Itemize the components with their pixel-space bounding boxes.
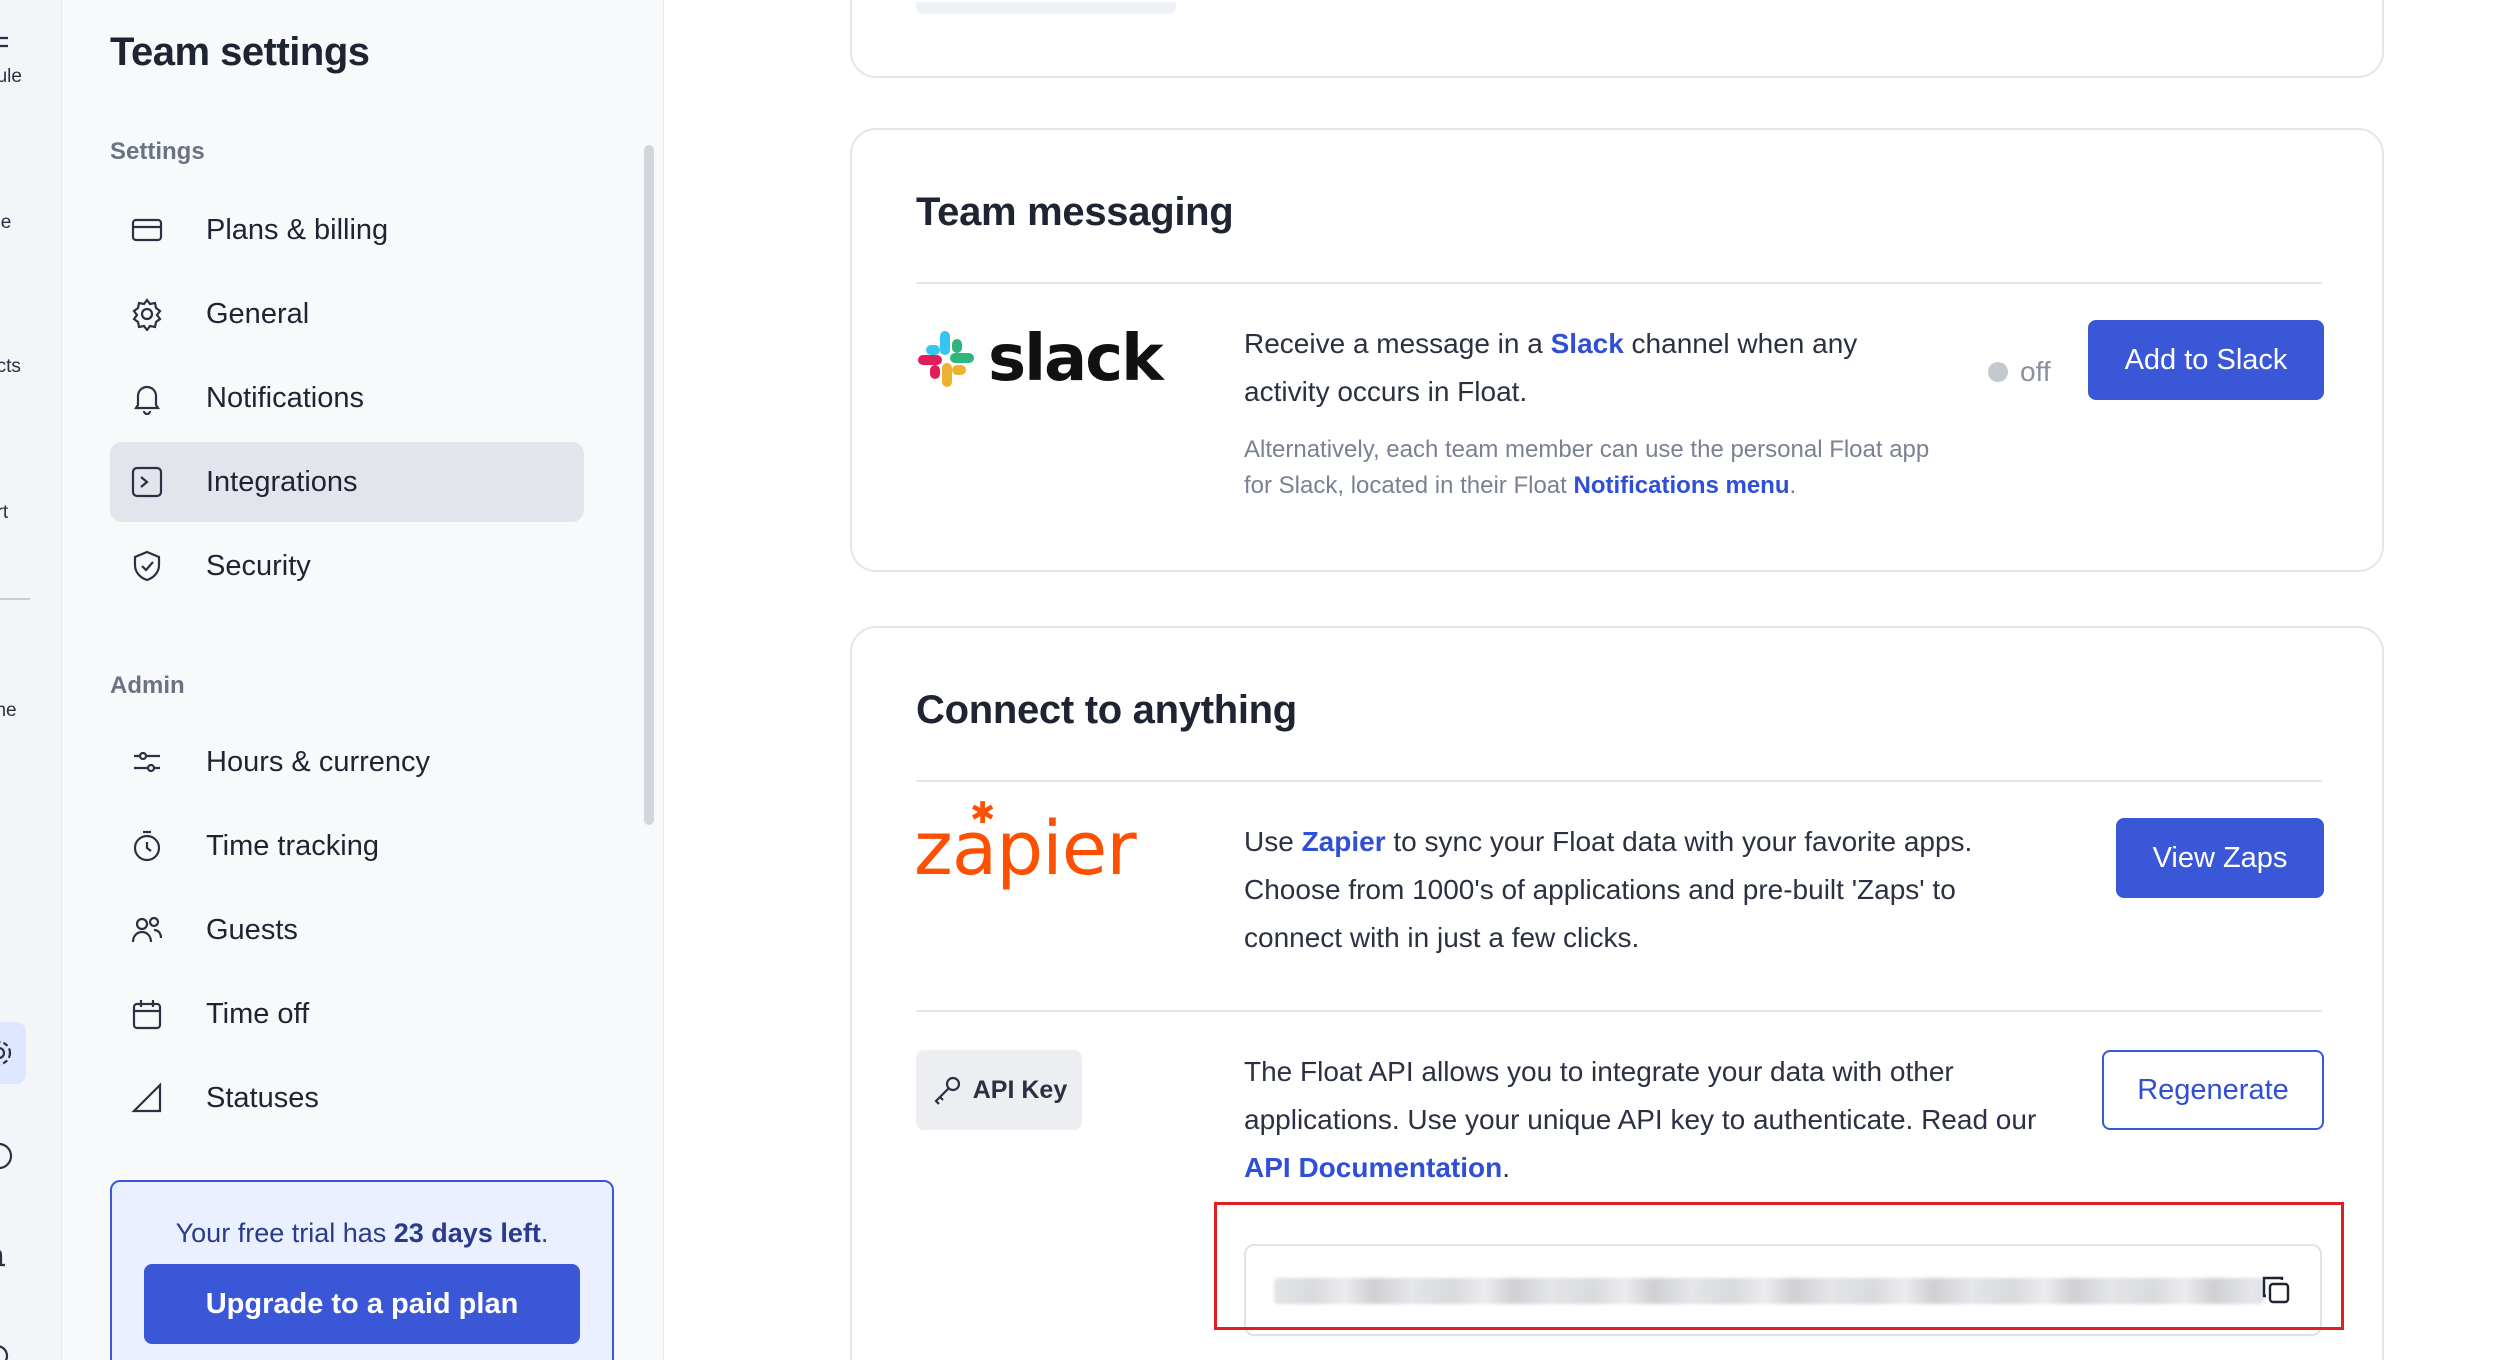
regenerate-button[interactable]: Regenerate — [2102, 1050, 2324, 1130]
slack-link[interactable]: Slack — [1551, 328, 1624, 359]
sidebar-item-label: Notifications — [206, 381, 364, 414]
connect-title: Connect to anything — [916, 688, 1297, 732]
slack-status-toggle[interactable]: off — [1988, 356, 2051, 388]
sidebar-item-statuses[interactable]: Statuses — [110, 1058, 584, 1138]
slack-logo: slack — [916, 322, 1164, 396]
divider — [916, 282, 2322, 284]
zapier-wordmark: zapier — [914, 806, 1137, 892]
rail-item-label: ime — [0, 700, 17, 721]
sidebar-item-label: Security — [206, 549, 311, 582]
sidebar-item-label: Time off — [206, 997, 310, 1030]
sidebar-item-label: Integrations — [206, 465, 358, 498]
rail-item-report[interactable]: ort — [0, 466, 61, 524]
credit-card-icon — [131, 218, 163, 242]
sidebar-item-label: Guests — [206, 913, 298, 946]
sidebar-item-general[interactable]: General — [110, 274, 584, 354]
team-messaging-title: Team messaging — [916, 190, 1234, 234]
stopwatch-icon — [133, 830, 161, 862]
api-key-badge: API Key — [916, 1050, 1082, 1130]
zapier-description: Use Zapier to sync your Float data with … — [1244, 826, 1973, 953]
trial-banner: Your free trial has 23 days left. Upgrad… — [110, 1180, 614, 1360]
team-messaging-card: Team messaging slack Receive a message i… — [850, 128, 2384, 572]
view-zaps-button[interactable]: View Zaps — [2116, 818, 2324, 898]
rail-settings-button[interactable] — [0, 1022, 26, 1084]
upgrade-button[interactable]: Upgrade to a paid plan — [144, 1264, 580, 1344]
api-key-label: API Key — [972, 1075, 1068, 1104]
sidebar-title: Team settings — [110, 30, 370, 74]
report-icon — [0, 466, 12, 492]
rail-item-label: ort — [0, 502, 9, 523]
terminal-icon — [131, 466, 163, 498]
sidebar-item-label: General — [206, 297, 310, 330]
sidebar-item-label: Statuses — [206, 1081, 319, 1114]
sidebar-item-plans-billing[interactable]: Plans & billing — [110, 190, 584, 270]
shield-check-icon — [133, 550, 161, 582]
rail-item-schedule[interactable]: dule — [0, 30, 61, 88]
trial-message: Your free trial has 23 days left. — [175, 1218, 549, 1248]
bell-icon — [0, 1250, 5, 1267]
rail-item-label: ple — [0, 212, 12, 233]
settings-sidebar: Team settings Settings Plans & billing G… — [62, 0, 664, 1360]
sidebar-item-hours-currency[interactable]: Hours & currency — [110, 722, 584, 802]
sliders-icon — [134, 751, 160, 773]
rail-notifications-button[interactable] — [0, 1238, 24, 1278]
bell-icon — [133, 385, 161, 415]
people-icon — [0, 176, 12, 202]
sidebar-item-integrations[interactable]: Integrations — [110, 442, 584, 522]
sidebar-scrollbar[interactable] — [644, 145, 654, 825]
rail-help-button[interactable] — [0, 1136, 24, 1176]
sidebar-item-time-off[interactable]: Time off — [110, 974, 584, 1054]
divider — [916, 1010, 2322, 1012]
slack-note: Alternatively, each team member can use … — [1244, 436, 1930, 499]
divider — [916, 780, 2322, 782]
sidebar-item-label: Plans & billing — [206, 213, 389, 246]
notifications-menu-link[interactable]: Notifications menu — [1573, 472, 1789, 499]
connect-card: Connect to anything ✱ zapier Use Zapier … — [850, 626, 2384, 1360]
previous-card — [850, 0, 2384, 78]
rail-divider — [0, 598, 30, 600]
rail-item-people[interactable]: ple — [0, 176, 61, 234]
rail-item-time[interactable]: ime — [0, 664, 61, 722]
rail-item-projects[interactable]: ects — [0, 320, 61, 378]
api-description: The Float API allows you to integrate yo… — [1244, 1056, 2037, 1183]
sidebar-item-guests[interactable]: Guests — [110, 890, 584, 970]
sidebar-item-security[interactable]: Security — [110, 526, 584, 606]
guests-icon — [131, 916, 163, 943]
api-documentation-link[interactable]: API Documentation — [1244, 1152, 1502, 1183]
zapier-link[interactable]: Zapier — [1302, 826, 1386, 857]
status-label: off — [2020, 356, 2051, 387]
section-label-settings: Settings — [110, 138, 205, 165]
api-key-value-redacted — [1274, 1278, 2264, 1304]
gear-icon — [132, 298, 162, 331]
sidebar-item-notifications[interactable]: Notifications — [110, 358, 584, 438]
triangle-icon — [131, 1082, 162, 1113]
rail-item-label: dule — [0, 66, 22, 87]
gear-icon — [0, 1040, 12, 1066]
add-to-slack-button[interactable]: Add to Slack — [2088, 320, 2324, 400]
section-label-admin: Admin — [110, 672, 185, 699]
status-dot — [1988, 362, 2008, 382]
calendar-icon — [132, 1000, 162, 1030]
copy-button[interactable] — [2258, 1272, 2298, 1312]
sidebar-item-label: Time tracking — [206, 829, 379, 862]
trial-days-left: 23 days left — [393, 1218, 541, 1248]
slack-wordmark: slack — [988, 322, 1164, 396]
rail-item-label: ects — [0, 356, 21, 377]
projects-icon — [0, 320, 12, 346]
key-icon — [934, 1076, 960, 1105]
app-rail: dule ple ects ort ime — [0, 0, 62, 1360]
copy-icon — [2262, 1276, 2290, 1304]
sidebar-item-label: Hours & currency — [206, 745, 431, 778]
slack-description: Receive a message in a Slack channel whe… — [1244, 328, 1858, 407]
slack-icon — [918, 331, 974, 387]
time-icon — [0, 664, 12, 690]
avatar-icon — [0, 1345, 9, 1360]
previous-card-button-remnant — [916, 2, 1176, 14]
help-icon — [0, 1142, 13, 1170]
api-key-field[interactable] — [1244, 1244, 2322, 1336]
schedule-icon — [0, 36, 8, 48]
rail-avatar-button[interactable] — [0, 1336, 24, 1360]
sidebar-item-time-tracking[interactable]: Time tracking — [110, 806, 584, 886]
